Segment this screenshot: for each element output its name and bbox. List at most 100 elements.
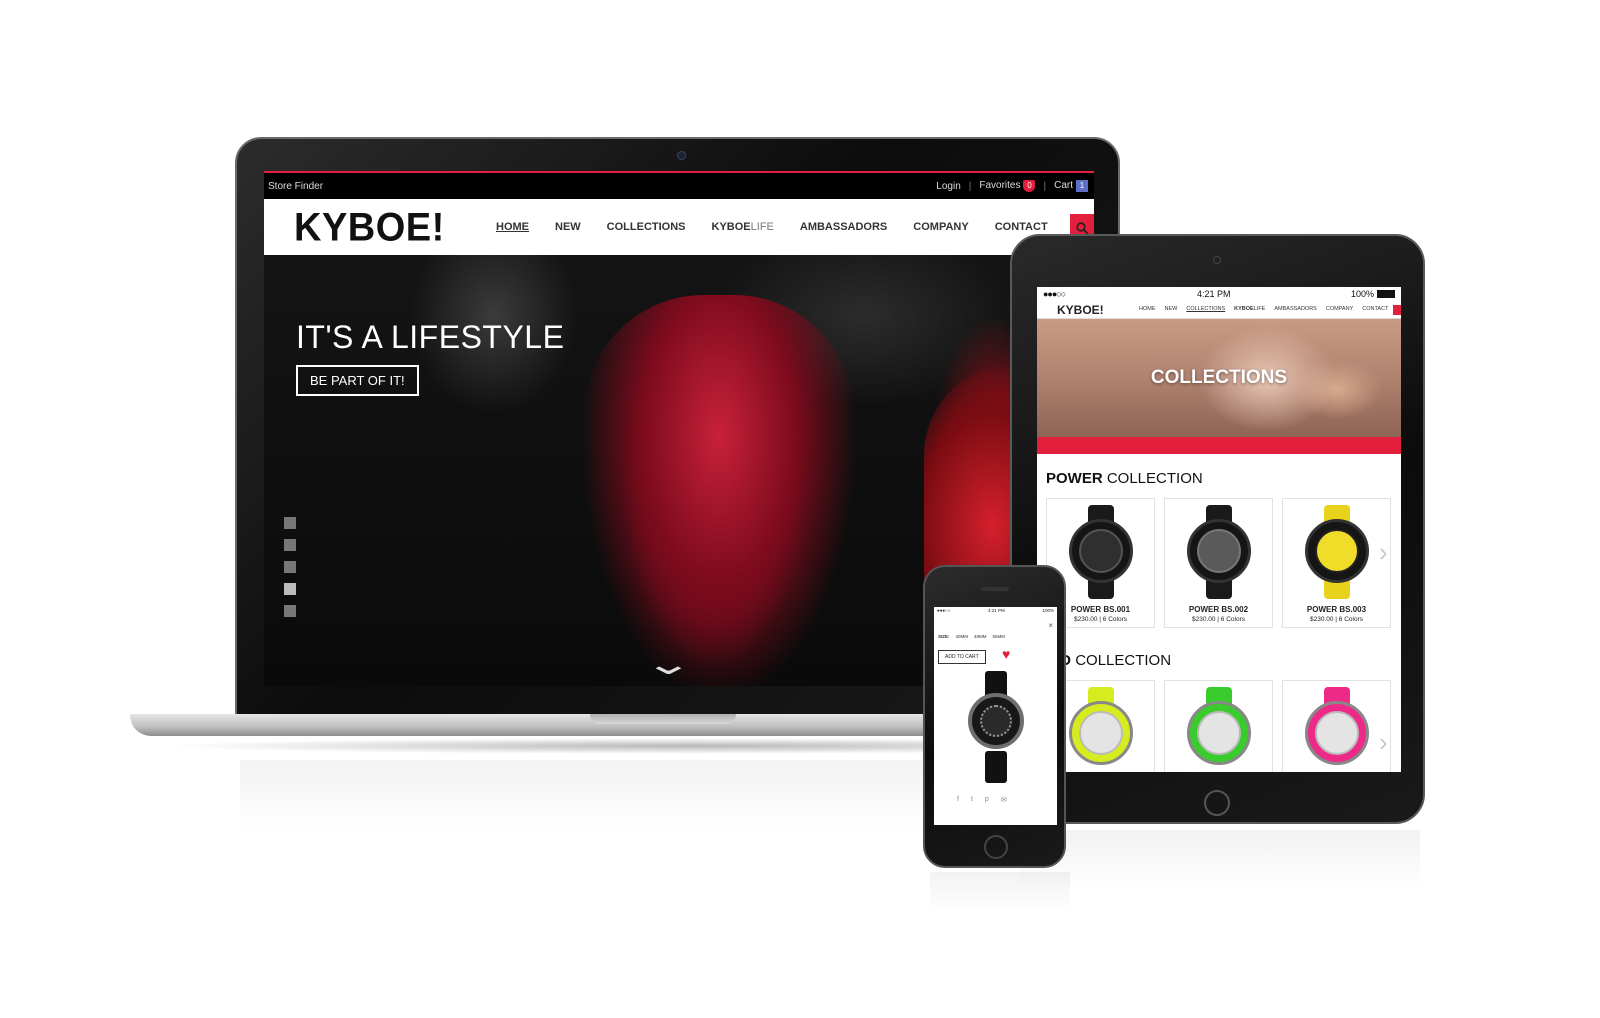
nav-company[interactable]: COMPANY xyxy=(1326,306,1353,312)
phone-screen: ●●●○○ 4:21 PM 100% × SIZE: 40MM 48MM 55M… xyxy=(934,607,1057,825)
vivid-product-grid xyxy=(1046,680,1391,772)
nav-contact[interactable]: CONTACT xyxy=(995,221,1048,233)
size-option-55[interactable]: 55MM xyxy=(993,634,1006,639)
tablet-device: ●●●○○ 4:21 PM 100% KYBOE! HOME NEW COLLE… xyxy=(1010,234,1425,824)
signal-icon: ●●●○○ xyxy=(937,608,951,613)
battery-percent: 100% xyxy=(1042,608,1054,613)
login-link[interactable]: Login xyxy=(936,181,960,192)
nav-kyboelife-lite: LIFE xyxy=(750,221,774,233)
divider: | xyxy=(1043,180,1047,192)
nav-collections[interactable]: COLLECTIONS xyxy=(607,221,686,233)
watch-icon xyxy=(1068,519,1133,583)
cart-count-badge: 1 xyxy=(1076,180,1088,192)
speaker-grille xyxy=(981,587,1009,591)
nav-home[interactable]: HOME xyxy=(1139,306,1156,312)
product-card[interactable]: POWER BS.002 $230.00 | 6 Colors xyxy=(1164,498,1273,628)
watch-dial xyxy=(1196,529,1241,573)
nav-new[interactable]: NEW xyxy=(555,221,581,233)
hero-title: IT'S A LIFESTYLE xyxy=(296,319,565,355)
watch-dial xyxy=(1196,711,1241,755)
add-to-cart-button[interactable]: ADD TO CART xyxy=(938,650,986,664)
nav-collections[interactable]: COLLECTIONS xyxy=(1186,306,1225,312)
section-title-rest: COLLECTION xyxy=(1075,652,1172,669)
nav-kyboelife-bold: KYBOE xyxy=(1234,306,1254,312)
watch-dial xyxy=(980,705,1012,737)
size-option-40[interactable]: 40MM xyxy=(956,634,969,639)
watch-icon xyxy=(1068,701,1133,765)
slider-dot-active[interactable] xyxy=(284,583,296,595)
carousel-next-arrow-icon[interactable]: › xyxy=(1379,537,1388,568)
phone-status-bar: ●●●○○ 4:21 PM 100% xyxy=(934,608,1057,616)
store-finder-link[interactable]: Store Finder xyxy=(268,181,323,192)
red-band xyxy=(1037,437,1401,454)
scroll-down-chevron-icon[interactable]: ⌄ xyxy=(643,647,693,682)
tablet-status-bar: ●●●○○ 4:21 PM 100% xyxy=(1037,287,1401,301)
section-title-bold: POWER xyxy=(1046,470,1103,487)
camera-icon xyxy=(677,151,686,160)
watch-dial xyxy=(1314,711,1359,755)
utility-links: Login | Favorites 0 | Cart 1 xyxy=(936,180,1088,192)
nav-kyboelife-bold: KYBOE xyxy=(711,221,751,233)
collections-banner: COLLECTIONS xyxy=(1037,319,1401,437)
watch-icon xyxy=(1186,519,1251,583)
hero-photo-woman-red-dress xyxy=(584,295,854,686)
battery-indicator: 100% xyxy=(1351,289,1395,299)
home-button[interactable] xyxy=(984,835,1008,859)
nav-contact[interactable]: CONTACT xyxy=(1362,306,1388,312)
nav-kyboelife-lite: LIFE xyxy=(1253,306,1266,312)
watch-icon xyxy=(1304,519,1369,583)
pinterest-icon[interactable]: p xyxy=(985,796,989,804)
slider-dot[interactable] xyxy=(284,517,296,529)
size-label: SIZE: xyxy=(938,634,950,639)
slider-dot[interactable] xyxy=(284,539,296,551)
twitter-icon[interactable]: t xyxy=(971,796,973,804)
nav-home[interactable]: HOME xyxy=(496,221,529,233)
product-card[interactable]: POWER BS.003 $230.00 | 6 Colors xyxy=(1282,498,1391,628)
cart-link[interactable]: Cart 1 xyxy=(1054,180,1088,192)
favorites-link[interactable]: Favorites 0 xyxy=(979,180,1036,192)
slider-dot[interactable] xyxy=(284,561,296,573)
section-title-rest: COLLECTION xyxy=(1106,470,1203,487)
tablet-screen: ●●●○○ 4:21 PM 100% KYBOE! HOME NEW COLLE… xyxy=(1037,287,1401,772)
watch-icon xyxy=(966,671,1026,783)
brand-logo[interactable]: KYBOE! xyxy=(294,206,445,251)
nav-new[interactable]: NEW xyxy=(1165,306,1178,312)
share-icons: f t p ✉ xyxy=(957,796,1007,804)
heart-icon[interactable]: ♥ xyxy=(1002,647,1010,661)
status-time: 4:21 PM xyxy=(1197,289,1231,299)
watch-dial xyxy=(1078,711,1123,755)
phone-reflection xyxy=(930,872,1070,912)
nav-ambassadors[interactable]: AMBASSADORS xyxy=(1274,306,1316,312)
nav-ambassadors[interactable]: AMBASSADORS xyxy=(800,221,887,233)
watch-icon xyxy=(1186,701,1251,765)
hero-slider-dots xyxy=(284,517,296,617)
product-card[interactable] xyxy=(1164,680,1273,772)
slider-dot[interactable] xyxy=(284,605,296,617)
battery-icon xyxy=(1377,290,1395,298)
close-icon[interactable]: × xyxy=(1048,621,1053,630)
main-nav: KYBOE! HOME NEW COLLECTIONS KYBOELIFE AM… xyxy=(264,199,1094,255)
search-button[interactable] xyxy=(1393,305,1401,315)
watch-strap xyxy=(985,751,1007,783)
facebook-icon[interactable]: f xyxy=(957,796,959,804)
search-icon xyxy=(1075,221,1089,235)
phone-device: ●●●○○ 4:21 PM 100% × SIZE: 40MM 48MM 55M… xyxy=(923,565,1066,868)
nav-company[interactable]: COMPANY xyxy=(913,221,968,233)
nav-kyboelife[interactable]: KYBOELIFE xyxy=(1234,306,1265,312)
utility-bar: Store Finder Login | Favorites 0 | Cart 1 xyxy=(264,173,1094,199)
carousel-next-arrow-icon[interactable]: › xyxy=(1379,727,1388,758)
nav-links: HOME NEW COLLECTIONS KYBOELIFE AMBASSADO… xyxy=(496,221,1048,233)
divider: | xyxy=(968,180,972,192)
nav-kyboelife[interactable]: KYBOELIFE xyxy=(712,221,774,233)
email-icon[interactable]: ✉ xyxy=(1001,796,1007,804)
brand-logo[interactable]: KYBOE! xyxy=(1057,303,1104,317)
home-button[interactable] xyxy=(1204,790,1230,816)
size-option-48[interactable]: 48MM xyxy=(974,634,987,639)
favorites-count-badge: 0 xyxy=(1023,180,1036,192)
be-part-of-it-button[interactable]: BE PART OF IT! xyxy=(296,365,419,396)
size-selector: SIZE: 40MM 48MM 55MM xyxy=(938,634,1005,639)
watch-dial xyxy=(1078,529,1123,573)
tablet-nav-links: HOME NEW COLLECTIONS KYBOELIFE AMBASSADO… xyxy=(1139,306,1388,312)
product-price: $230.00 | 6 Colors xyxy=(1310,616,1363,623)
product-card[interactable] xyxy=(1282,680,1391,772)
